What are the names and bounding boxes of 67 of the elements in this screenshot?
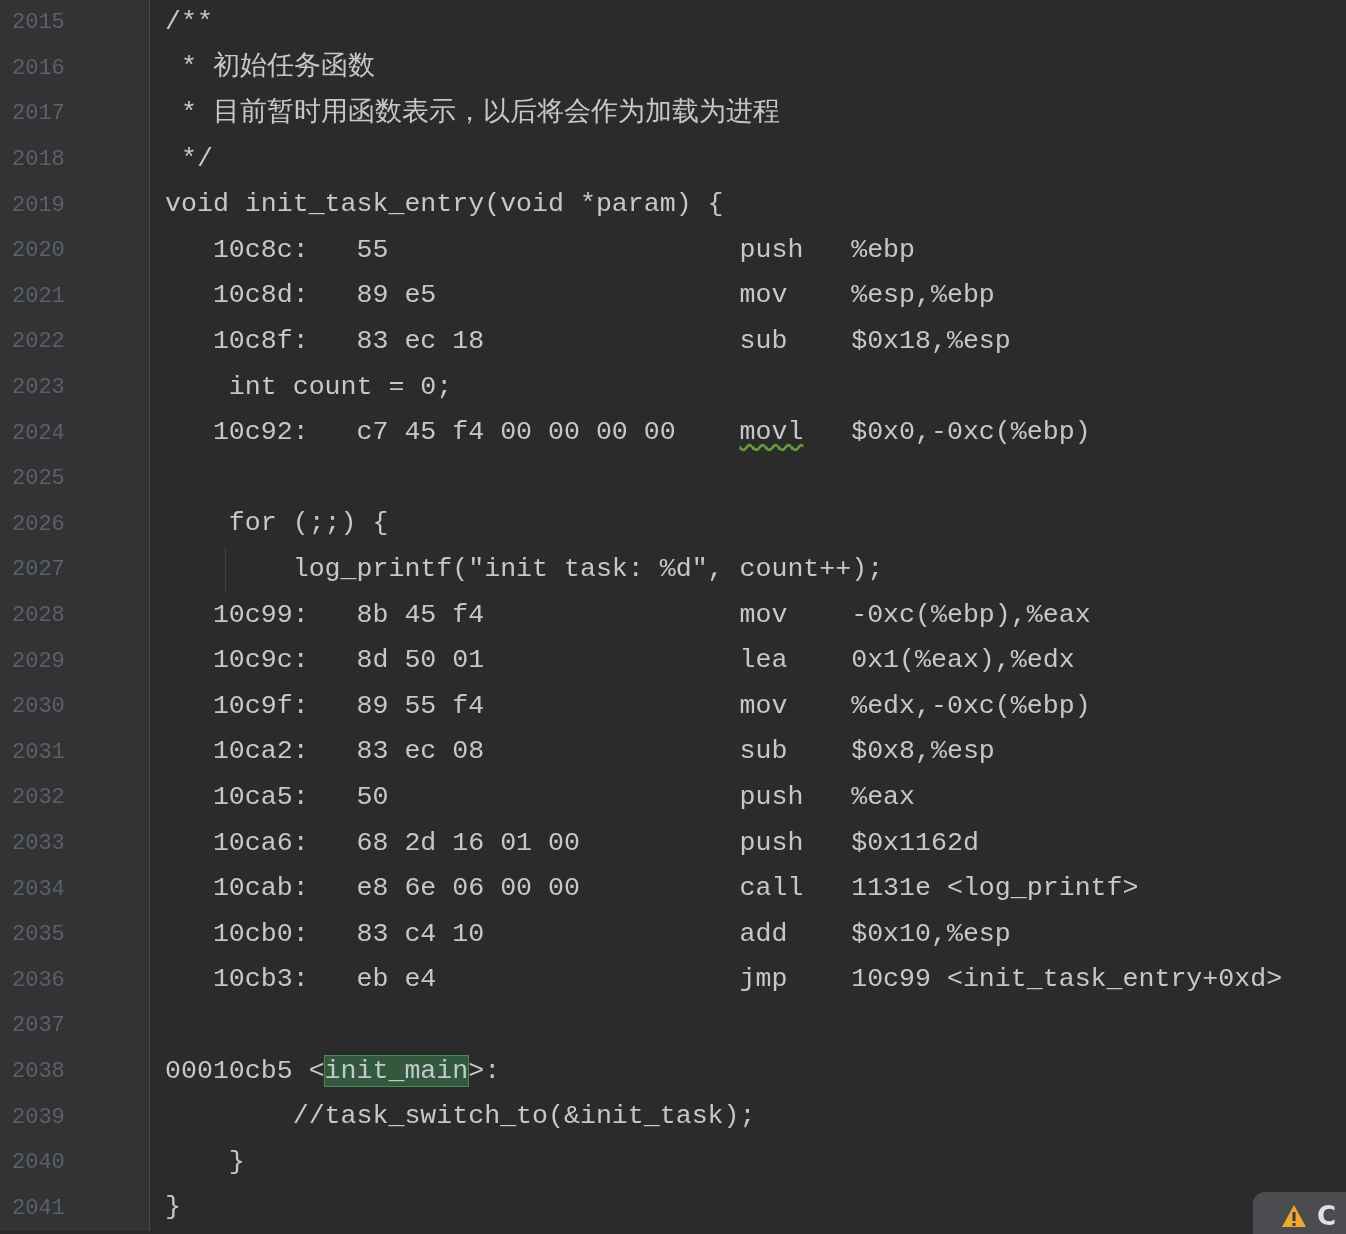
- asm-bytes: 8d 50 01: [356, 644, 486, 678]
- status-badge[interactable]: C: [1253, 1192, 1346, 1234]
- code-line: }: [165, 1191, 181, 1225]
- asm-address: 10ca2:: [212, 735, 310, 769]
- asm-operands: $0x10,%esp: [851, 917, 1011, 951]
- code-line: void init_task_entry(void *param) {: [165, 188, 724, 222]
- code-line: for (;;) {: [227, 507, 389, 541]
- asm-operands: 0x1(%eax),%edx: [851, 644, 1075, 678]
- code-line: /**: [165, 5, 213, 39]
- asm-mnemonic: mov: [739, 598, 789, 632]
- asm-bytes: eb e4: [356, 963, 438, 997]
- asm-mnemonic: sub: [739, 325, 789, 358]
- asm-mnemonic: call: [739, 872, 804, 906]
- badge-text: C: [1317, 1199, 1337, 1233]
- asm-bytes: 68 2d 16 01 00: [356, 826, 581, 860]
- asm-mnemonic: sub: [739, 735, 789, 769]
- asm-address: 10c8d:: [212, 279, 310, 313]
- asm-address: 10ca6:: [212, 826, 310, 860]
- code-line: * 目前暂时用函数表示，以后将会作为加载为进程: [179, 96, 780, 131]
- asm-operands: -0xc(%ebp),%eax: [851, 598, 1091, 632]
- asm-bytes: 8b 45 f4: [356, 598, 486, 632]
- asm-address: 10cab:: [212, 872, 310, 906]
- code-line: 00010cb5 <init_main>:: [165, 1054, 501, 1088]
- asm-mnemonic: mov: [739, 689, 789, 723]
- asm-operands: $0x1162d: [851, 826, 979, 860]
- code-line: }: [227, 1145, 245, 1179]
- asm-bytes: 89 55 f4: [356, 689, 486, 723]
- asm-bytes: 83 ec 18: [356, 325, 486, 358]
- code-line: log_printf("init task: %d", count++);: [291, 552, 884, 586]
- asm-operands: $0x18,%esp: [851, 325, 1011, 358]
- asm-mnemonic: jmp: [739, 963, 789, 997]
- asm-operands: %edx,-0xc(%ebp): [851, 689, 1091, 723]
- asm-address: 10c9c:: [212, 644, 310, 678]
- asm-mnemonic: push: [739, 780, 804, 814]
- asm-bytes: 83 c4 10: [356, 917, 486, 951]
- asm-mnemonic: push: [739, 826, 804, 860]
- asm-address: 10c8f:: [212, 325, 310, 358]
- asm-mnemonic: mov: [739, 279, 789, 313]
- asm-mnemonic: lea: [739, 644, 789, 678]
- asm-address: 10c99:: [212, 598, 310, 632]
- asm-address: 10cb0:: [212, 917, 310, 951]
- asm-bytes: 55: [356, 233, 390, 267]
- asm-address: 10ca5:: [212, 780, 310, 814]
- asm-address: 10cb3:: [212, 963, 310, 997]
- asm-operands: %eax: [851, 780, 916, 814]
- asm-operands: 1131e <log_printf>: [851, 872, 1139, 906]
- asm-bytes: 50: [356, 780, 390, 814]
- asm-operands: $0x0,-0xc(%ebp): [851, 416, 1091, 450]
- asm-operands: %esp,%ebp: [851, 279, 995, 313]
- code-line: //task_switch_to(&init_task);: [291, 1100, 756, 1134]
- code-line: * 初始任务函数: [179, 50, 375, 85]
- code-line: int count = 0;: [227, 370, 453, 404]
- asm-mnemonic: push: [739, 233, 804, 267]
- warning-icon: [1281, 1204, 1307, 1228]
- asm-bytes: 83 ec 08: [356, 735, 486, 769]
- asm-bytes: e8 6e 06 00 00: [356, 872, 581, 906]
- asm-operands: %ebp: [851, 233, 916, 267]
- asm-operands: $0x8,%esp: [851, 735, 995, 769]
- asm-bytes: c7 45 f4 00 00 00 00: [356, 416, 677, 450]
- asm-mnemonic: add: [739, 917, 789, 951]
- asm-operands: 10c99 <init_task_entry+0xd>: [851, 963, 1283, 997]
- asm-bytes: 89 e5: [356, 279, 438, 313]
- asm-mnemonic: movl: [739, 416, 804, 450]
- asm-address: 10c9f:: [212, 689, 310, 723]
- asm-address: 10c92:: [212, 416, 310, 450]
- code-line: */: [179, 142, 213, 176]
- asm-address: 10c8c:: [212, 233, 310, 267]
